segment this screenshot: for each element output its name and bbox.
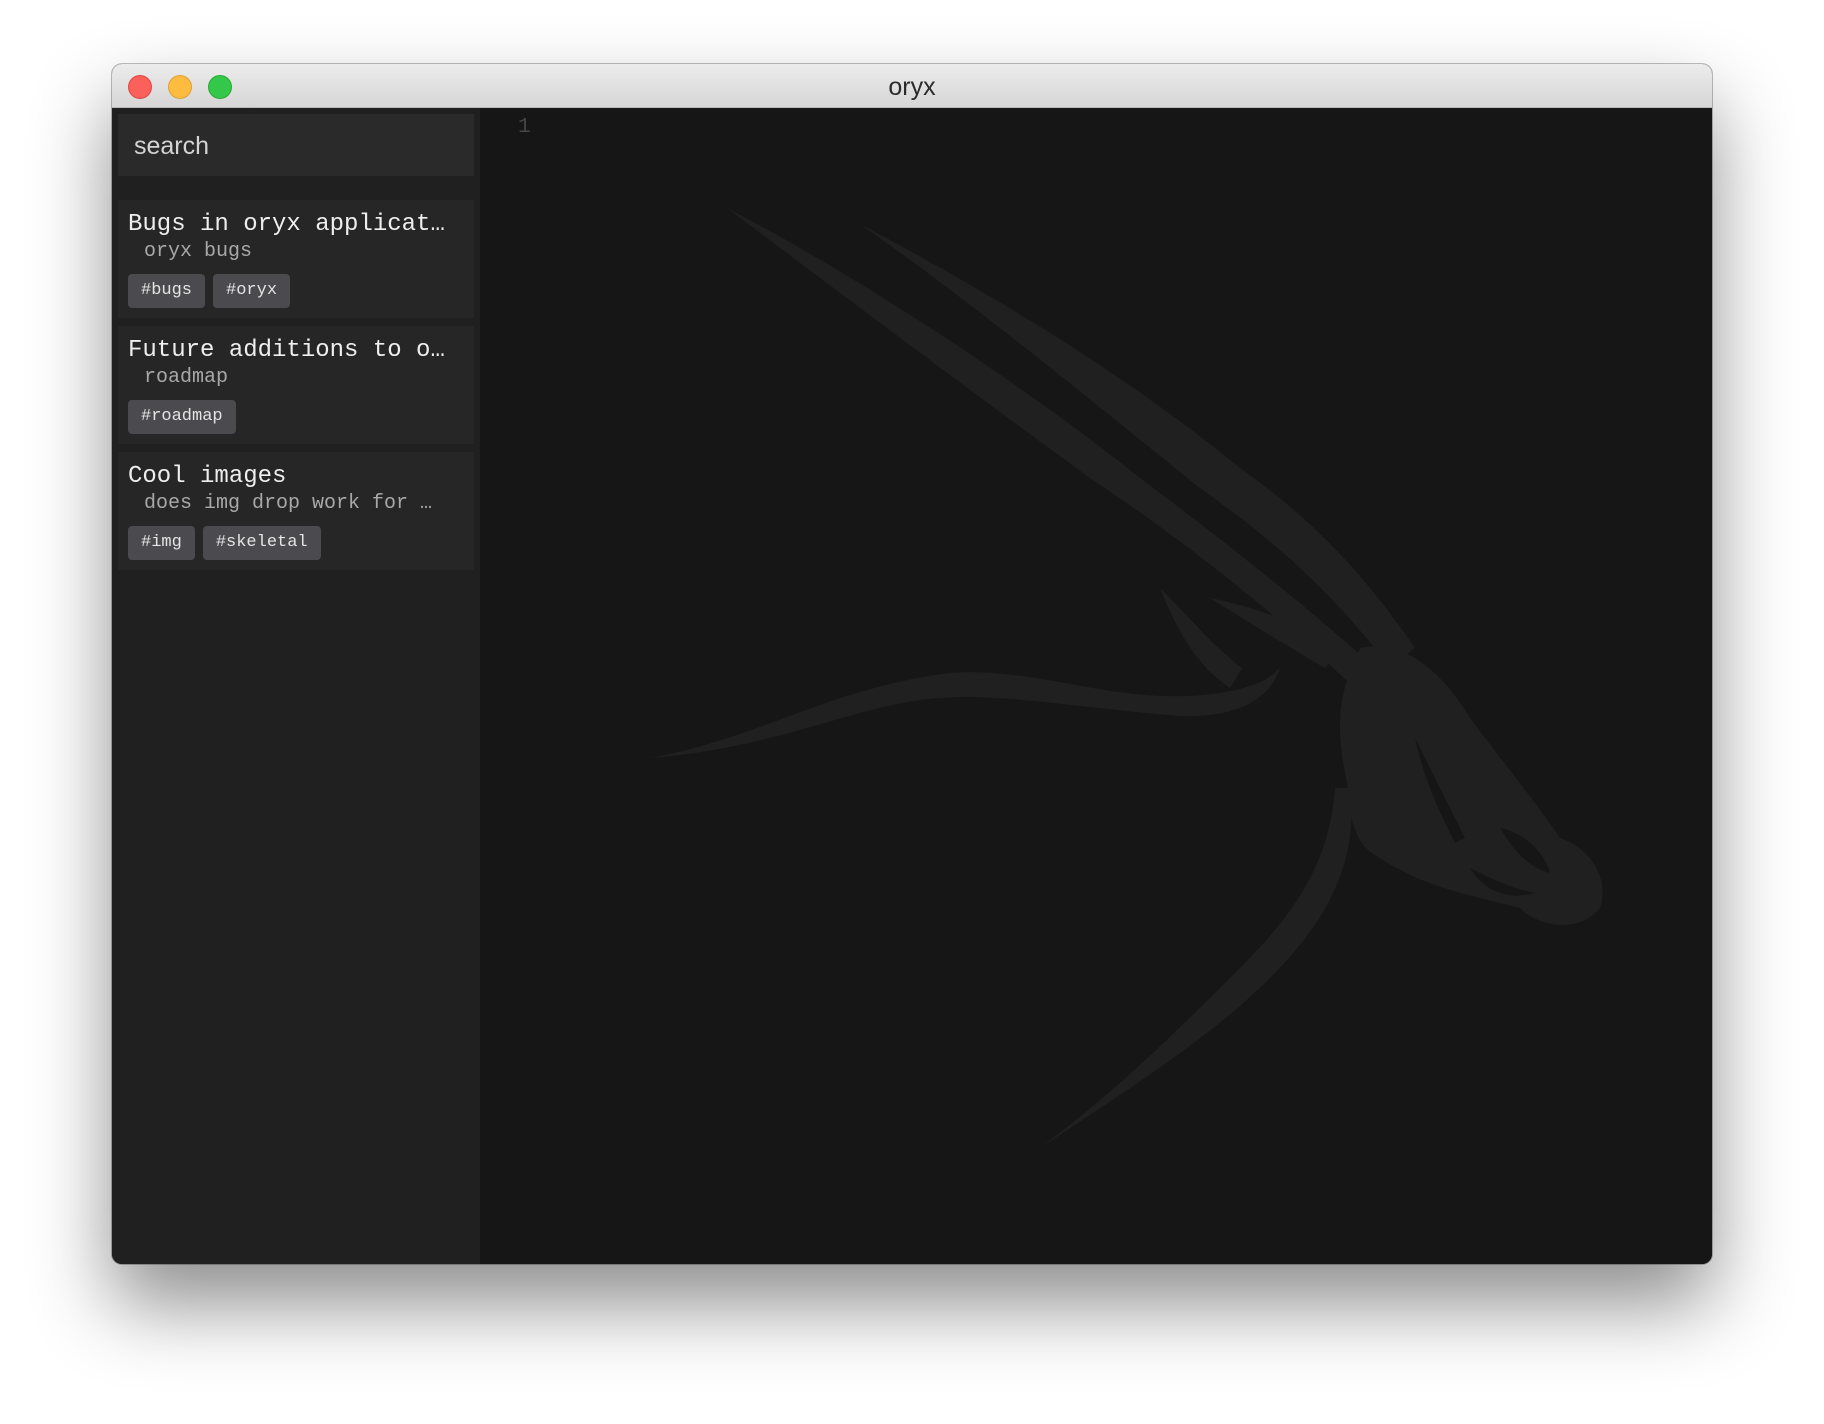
editor-pane[interactable]: 1 xyxy=(480,108,1712,1264)
note-title: Cool images xyxy=(128,463,287,490)
line-number: 1 xyxy=(518,116,531,139)
note-tags: #roadmap xyxy=(128,400,466,434)
note-preview: does img drop work for … xyxy=(144,492,433,515)
tag-badge[interactable]: #roadmap xyxy=(128,400,236,434)
desktop: oryx search Bugs in oryx applicat… oryx … xyxy=(0,0,1824,1424)
tag-badge[interactable]: #oryx xyxy=(213,274,291,308)
tag-badge[interactable]: #bugs xyxy=(128,274,206,308)
note-tags: #bugs #oryx xyxy=(128,274,466,308)
note-item[interactable]: Bugs in oryx applicat… oryx bugs #bugs #… xyxy=(118,200,474,318)
search-input[interactable]: search xyxy=(118,114,474,176)
note-item[interactable]: Future additions to o… roadmap #roadmap xyxy=(118,326,474,444)
tag-badge[interactable]: #skeletal xyxy=(202,526,321,560)
app-window: oryx search Bugs in oryx applicat… oryx … xyxy=(112,64,1712,1264)
title-bar[interactable]: oryx xyxy=(112,64,1712,108)
note-tags: #img #skeletal xyxy=(128,526,466,560)
window-title: oryx xyxy=(888,73,936,101)
note-preview: roadmap xyxy=(144,366,229,389)
note-title: Bugs in oryx applicat… xyxy=(128,211,445,238)
note-title: Future additions to o… xyxy=(128,337,445,364)
oryx-logo-icon xyxy=(650,208,1603,1148)
sidebar: search Bugs in oryx applicat… oryx bugs … xyxy=(112,108,480,1264)
app-content: search Bugs in oryx applicat… oryx bugs … xyxy=(112,108,1712,1264)
note-item[interactable]: Cool images does img drop work for … #im… xyxy=(118,452,474,570)
tag-badge[interactable]: #img xyxy=(128,526,195,560)
note-preview: oryx bugs xyxy=(144,240,253,263)
